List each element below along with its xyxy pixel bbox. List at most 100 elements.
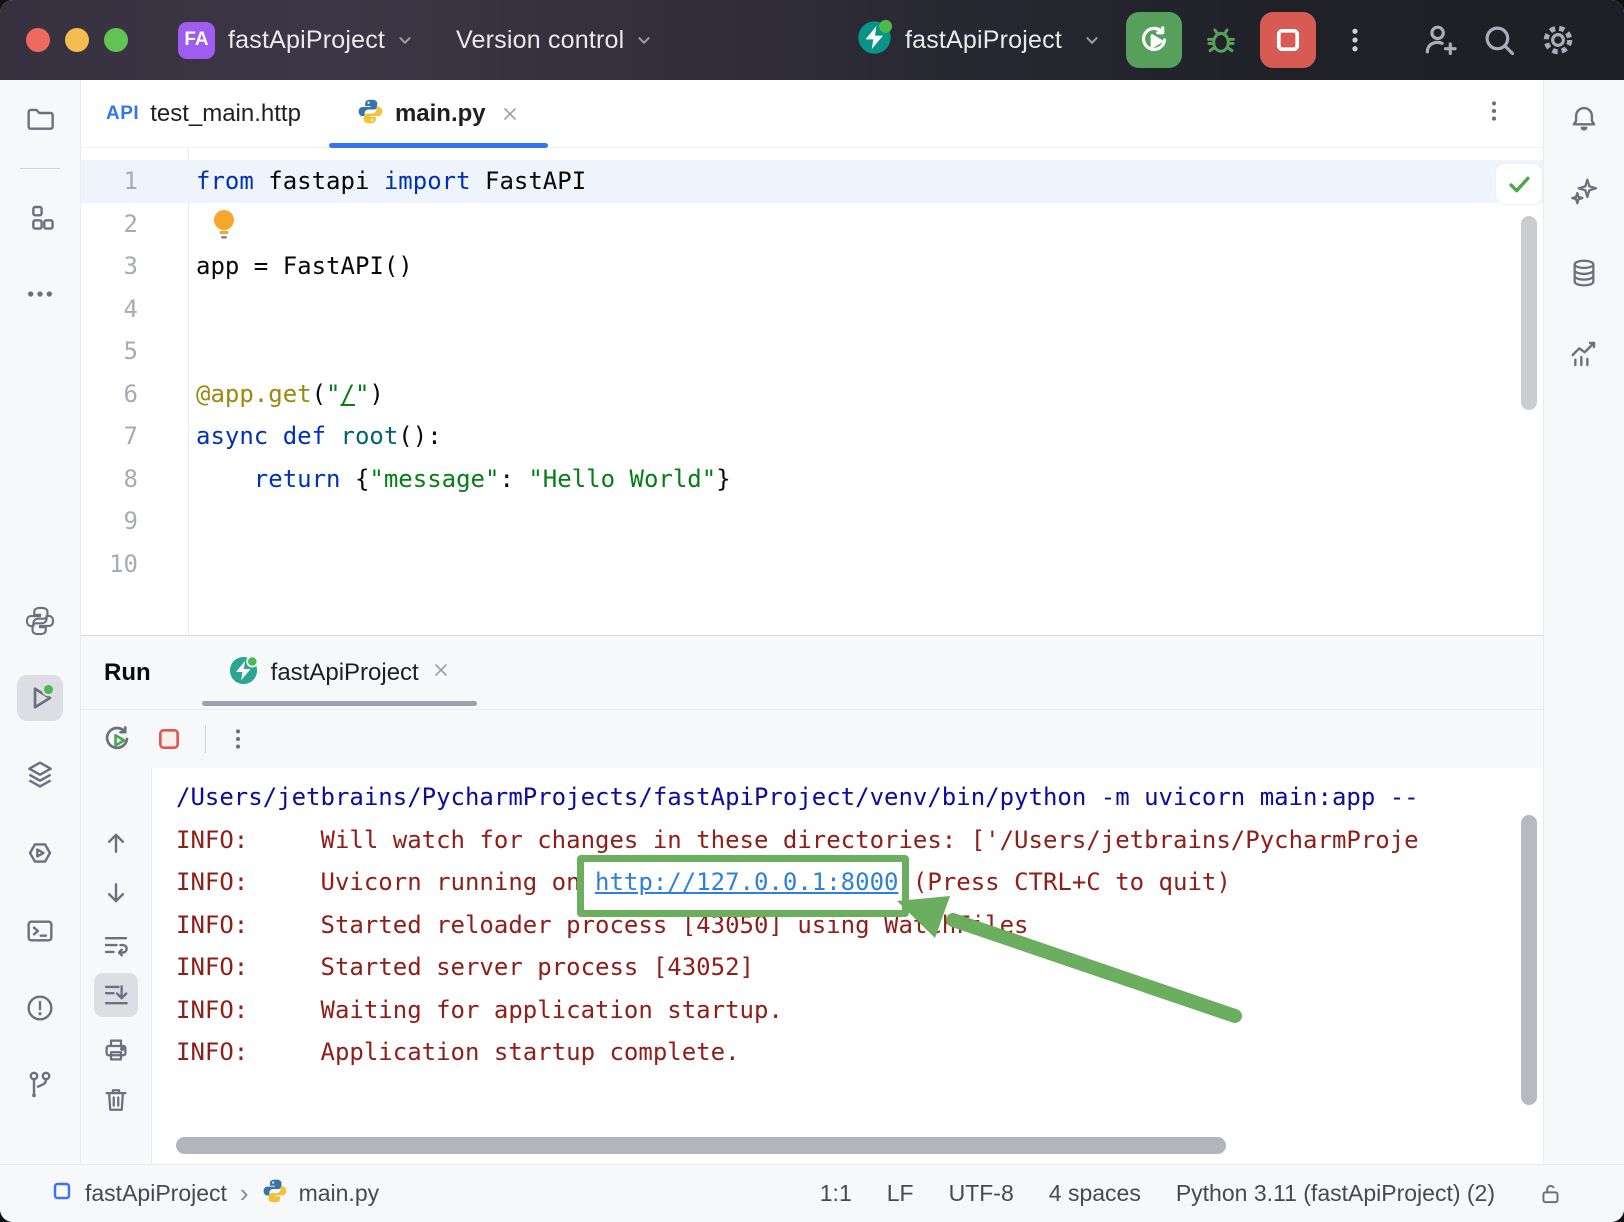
services-icon[interactable]: [17, 751, 63, 797]
caret-position-widget[interactable]: 1:1: [820, 1180, 852, 1207]
console-line: INFO: Started reloader process [43050] u…: [152, 904, 1543, 947]
chevron-down-icon: [633, 29, 655, 51]
tab-label: main.py: [395, 100, 486, 128]
status-bar: fastApiProject › main.py 1:1 LF UTF-8 4 …: [0, 1164, 1624, 1222]
rerun-icon[interactable]: [95, 717, 139, 761]
line-number: 6: [81, 373, 188, 416]
run-tab-fastapiproject[interactable]: fastApiProject: [200, 636, 479, 709]
breadcrumb-chevron: ›: [240, 1178, 249, 1209]
project-badge[interactable]: FA: [178, 22, 215, 59]
console-url-link[interactable]: http://127.0.0.1:8000: [595, 868, 898, 896]
close-run-tab-icon[interactable]: [431, 660, 451, 685]
ai-assistant-sparkles-icon[interactable]: [1561, 168, 1607, 214]
no-problems-check-icon: [1506, 171, 1533, 198]
code-line[interactable]: 10: [81, 543, 1543, 586]
run-tool-window-icon[interactable]: [17, 675, 63, 721]
run-panel-header: Run fastApiProject: [81, 636, 1543, 710]
console-lines: /Users/jetbrains/PycharmProjects/fastApi…: [152, 776, 1543, 1074]
console-line: INFO: Application startup complete.: [152, 1031, 1543, 1074]
editor-and-run-area: API test_main.http main.py: [81, 80, 1543, 1164]
fastapi-logo-icon: [856, 19, 893, 61]
database-icon[interactable]: [1561, 250, 1607, 296]
left-tool-strip: [0, 80, 81, 1164]
console-output[interactable]: /Users/jetbrains/PycharmProjects/fastApi…: [152, 768, 1543, 1164]
tab-options-kebab-icon[interactable]: [1481, 98, 1507, 129]
soft-wrap-icon[interactable]: [94, 923, 138, 967]
inspections-widget[interactable]: [1496, 164, 1542, 204]
prev-occurrence-up-icon[interactable]: [94, 821, 138, 865]
search-everywhere-icon[interactable]: [1479, 20, 1519, 60]
settings-gear-icon[interactable]: [1538, 20, 1578, 60]
unlocked-icon[interactable]: [1538, 1181, 1564, 1207]
tab-main-py[interactable]: main.py: [329, 80, 548, 147]
breadcrumb-file[interactable]: main.py: [299, 1180, 380, 1207]
line-separator-widget[interactable]: LF: [887, 1180, 914, 1207]
more-tool-windows-icon[interactable]: [17, 271, 63, 317]
code-line[interactable]: 8 return {"message": "Hello World"}: [81, 458, 1543, 501]
traffic-lights: [26, 28, 128, 52]
run-config-name: fastApiProject: [905, 26, 1062, 55]
rerun-button[interactable]: [1126, 12, 1182, 68]
run-configuration-selector[interactable]: fastApiProject: [856, 19, 1103, 61]
interpreter-widget[interactable]: Python 3.11 (fastApiProject) (2): [1176, 1180, 1495, 1207]
run-console-body: /Users/jetbrains/PycharmProjects/fastApi…: [81, 768, 1543, 1164]
console-options-kebab-icon[interactable]: [216, 717, 260, 761]
console-line: INFO: Will watch for changes in these di…: [152, 819, 1543, 862]
line-number: 4: [81, 288, 188, 331]
code-lines: 1from fastapi import FastAPI23app = Fast…: [81, 160, 1543, 585]
code-line[interactable]: 9: [81, 500, 1543, 543]
plots-chart-icon[interactable]: [1561, 330, 1607, 376]
zoom-window-button[interactable]: [104, 28, 128, 52]
problems-icon[interactable]: [17, 985, 63, 1031]
editor-scrollbar[interactable]: [1521, 216, 1537, 410]
minimize-window-button[interactable]: [65, 28, 89, 52]
scroll-to-end-icon[interactable]: [94, 973, 138, 1017]
version-control-icon[interactable]: [17, 1061, 63, 1107]
code-editor[interactable]: 1from fastapi import FastAPI23app = Fast…: [81, 148, 1543, 635]
debug-button[interactable]: [1201, 20, 1241, 60]
version-control-menu[interactable]: Version control: [456, 26, 624, 55]
notifications-bell-icon[interactable]: [1561, 96, 1607, 142]
code-line[interactable]: 2: [81, 203, 1543, 246]
tab-test-main-http[interactable]: API test_main.http: [106, 80, 329, 147]
indent-widget[interactable]: 4 spaces: [1049, 1180, 1141, 1207]
code-line[interactable]: 7async def root():: [81, 415, 1543, 458]
line-number: 5: [81, 330, 188, 373]
close-tab-icon[interactable]: [500, 104, 520, 124]
fastapi-logo-icon: [228, 655, 259, 691]
stop-icon[interactable]: [147, 717, 191, 761]
code-line[interactable]: 6@app.get("/"): [81, 373, 1543, 416]
code-with-me-add-user-icon[interactable]: [1420, 20, 1460, 60]
next-occurrence-down-icon[interactable]: [94, 871, 138, 915]
structure-icon[interactable]: [17, 196, 63, 242]
console-vertical-scrollbar[interactable]: [1521, 815, 1537, 1105]
line-number: 10: [81, 543, 188, 586]
project-name-menu[interactable]: fastApiProject: [228, 26, 385, 55]
encoding-widget[interactable]: UTF-8: [949, 1180, 1014, 1207]
python-packages-icon[interactable]: [17, 598, 63, 644]
print-icon[interactable]: [94, 1028, 138, 1072]
terminal-icon[interactable]: [17, 908, 63, 954]
console-line: INFO: Waiting for application startup.: [152, 989, 1543, 1032]
line-number: 8: [81, 458, 188, 501]
code-line[interactable]: 4: [81, 288, 1543, 331]
close-window-button[interactable]: [26, 28, 50, 52]
console-side-toolbar: [81, 768, 152, 1164]
run-panel-title: Run: [104, 659, 151, 687]
clear-all-trash-icon[interactable]: [94, 1078, 138, 1122]
tab-label: test_main.http: [150, 100, 301, 128]
stop-button[interactable]: [1260, 12, 1316, 68]
breadcrumb-project[interactable]: fastApiProject: [85, 1180, 227, 1207]
more-options-kebab-icon[interactable]: [1335, 20, 1375, 60]
code-line[interactable]: 3app = FastAPI(): [81, 245, 1543, 288]
code-line[interactable]: 5: [81, 330, 1543, 373]
code-line[interactable]: 1from fastapi import FastAPI: [81, 160, 1543, 203]
line-number: 9: [81, 500, 188, 543]
title-bar: FA fastApiProject Version control fastAp…: [0, 0, 1624, 80]
python-console-icon[interactable]: [17, 830, 63, 876]
line-number: 7: [81, 415, 188, 458]
project-folder-icon[interactable]: [17, 96, 63, 142]
http-file-badge: API: [106, 103, 139, 125]
intention-lightbulb-icon[interactable]: [209, 206, 239, 251]
console-horizontal-scrollbar[interactable]: [176, 1137, 1226, 1154]
